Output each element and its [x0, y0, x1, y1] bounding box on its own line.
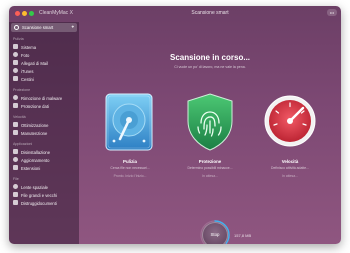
- cleanup-card: Pulizia Cerca file non necessari... Pron…: [90, 89, 170, 179]
- sidebar-item-itunes[interactable]: iTunes: [13, 67, 77, 74]
- card-description: Determino possibili minacce...: [187, 166, 233, 170]
- biohazard-icon: [13, 95, 18, 100]
- main-panel: Scansione in corso... Ci vuole un po' di…: [79, 22, 341, 244]
- scanned-size: 157,8 MB: [234, 233, 252, 238]
- sidebar-item-optimization[interactable]: Ottimizzazione: [13, 121, 77, 128]
- sidebar-item-label: Scansione smart: [22, 25, 54, 30]
- sidebar-item-label: Disinstallazione: [21, 149, 51, 155]
- card-title: Velocità: [281, 159, 299, 164]
- sidebar-item-space-lens[interactable]: Lente spaziale: [13, 183, 77, 190]
- sidebar-item-label: Rimozione di malware: [21, 95, 63, 101]
- folder-icon: [13, 192, 18, 197]
- speed-card: Velocità Definisco attività adatte... In…: [250, 89, 330, 179]
- sidebar-item-label: Allegati di Mail: [21, 60, 48, 66]
- trash-icon: [13, 76, 18, 81]
- sidebar-item-label: Manutenzione: [21, 130, 48, 136]
- sidebar-item-mail-attachments[interactable]: Allegati di Mail: [13, 59, 77, 66]
- minimize-window-button[interactable]: [22, 11, 27, 16]
- sidebar-item-label: Foto: [21, 52, 30, 58]
- sidebar-item-large-old-files[interactable]: File grandi e vecchi: [13, 191, 77, 198]
- lens-icon: [13, 184, 18, 189]
- smart-scan-icon: [14, 25, 19, 30]
- card-status: In attesa...: [282, 174, 298, 178]
- card-description: Cerca file non necessari...: [110, 166, 150, 170]
- stop-control: Stop: [200, 220, 230, 244]
- window-title: Scansione smart: [191, 10, 229, 16]
- music-icon: [13, 68, 18, 73]
- sidebar-item-malware-removal[interactable]: Rimozione di malware: [13, 94, 77, 101]
- sidebar-item-extensions[interactable]: Estensioni: [13, 164, 77, 171]
- card-status: Pronto. Inizio l'Inizio...: [113, 174, 147, 178]
- updater-icon: [13, 157, 18, 162]
- sidebar-item-label: File grandi e vecchi: [21, 192, 58, 198]
- titlebar: CleanMyMac X Scansione smart •••: [9, 6, 341, 22]
- sidebar-item-smart-scan[interactable]: Scansione smart ⌖: [11, 23, 77, 32]
- hard-drive-icon: [105, 93, 153, 151]
- sidebar-item-shredder[interactable]: Distruggidocumenti: [13, 199, 77, 206]
- sidebar-item-label: Aggiornamento: [21, 157, 50, 163]
- fingerprint-shield-icon: [187, 93, 233, 151]
- sidebar-section-title: File: [13, 177, 19, 181]
- sidebar-item-maintenance[interactable]: Manutenzione: [13, 129, 77, 136]
- sidebar-item-label: Distruggidocumenti: [21, 200, 57, 206]
- sidebar-section-title: Protezione: [13, 88, 31, 92]
- system-icon: [13, 44, 18, 49]
- sidebar-item-label: Lente spaziale: [21, 184, 49, 190]
- sidebar-item-trash[interactable]: Cestini: [13, 75, 77, 82]
- extensions-icon: [13, 165, 18, 170]
- sidebar-item-uninstaller[interactable]: Disinstallazione: [13, 148, 77, 155]
- sidebar-item-label: Estensioni: [21, 165, 41, 171]
- card-status: In attesa...: [202, 174, 218, 178]
- mail-icon: [13, 60, 18, 65]
- sidebar-item-label: iTunes: [21, 68, 34, 74]
- zoom-window-button[interactable]: [29, 11, 34, 16]
- photos-icon: [13, 52, 18, 57]
- app-window: CleanMyMac X Scansione smart ••• Scansio…: [9, 6, 341, 244]
- stop-button[interactable]: Stop: [202, 222, 228, 244]
- sidebar-item-photos[interactable]: Foto: [13, 51, 77, 58]
- sidebar-section-title: Applicazioni: [13, 142, 33, 146]
- shredder-icon: [13, 200, 18, 205]
- hand-icon: [13, 103, 18, 108]
- sidebar-item-label: Protezione dati: [21, 103, 49, 109]
- sliders-icon: [13, 122, 18, 127]
- page-title: Scansione in corso...: [169, 53, 251, 62]
- assistant-button[interactable]: •••: [327, 9, 337, 16]
- close-window-button[interactable]: [15, 11, 20, 16]
- card-title: Protezione: [198, 159, 222, 164]
- card-title: Pulizia: [123, 159, 137, 164]
- app-name: CleanMyMac X: [39, 10, 73, 16]
- sidebar-item-privacy[interactable]: Protezione dati: [13, 102, 77, 109]
- page-subtitle: Ci vuole un po' di lavoro, ma ne vale la…: [174, 65, 246, 69]
- protection-card: Protezione Determino possibili minacce..…: [170, 89, 250, 179]
- sidebar-section-title: Pulizia: [13, 37, 24, 41]
- sidebar-item-system[interactable]: Sistema: [13, 43, 77, 50]
- sidebar-item-label: Sistema: [21, 44, 37, 50]
- sidebar-section-title: Velocità: [13, 115, 26, 119]
- uninstaller-icon: [13, 149, 18, 154]
- sidebar-item-label: Ottimizzazione: [21, 122, 49, 128]
- speedometer-icon: [264, 95, 316, 147]
- card-description: Definisco attività adatte...: [271, 166, 309, 170]
- sidebar-item-updater[interactable]: Aggiornamento: [13, 156, 77, 163]
- sidebar-item-label: Cestini: [21, 76, 34, 82]
- sidebar: Scansione smart ⌖ Pulizia Sistema Foto A…: [9, 22, 79, 244]
- pin-icon: ⌖: [71, 24, 74, 29]
- wrench-icon: [13, 130, 18, 135]
